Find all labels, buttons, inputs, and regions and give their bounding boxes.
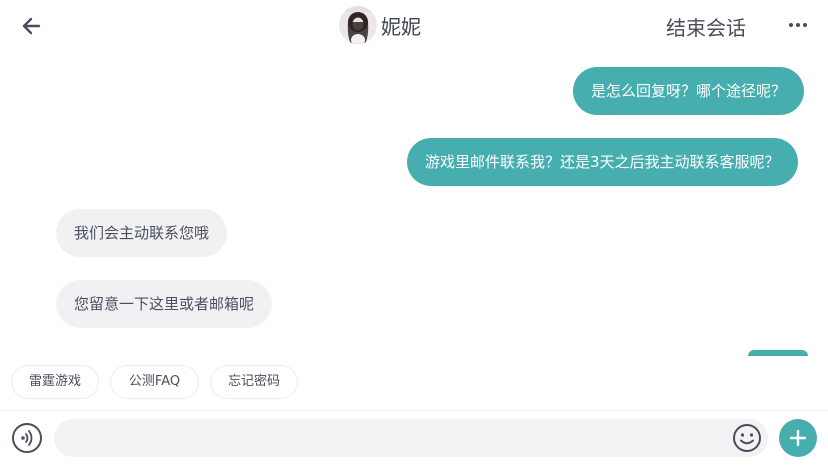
add-attachment-button[interactable]	[779, 419, 817, 457]
arrow-left-icon	[22, 17, 41, 35]
message-input[interactable]	[54, 419, 768, 457]
plus-icon	[790, 430, 806, 446]
chat-header: 妮妮 结束会话	[0, 0, 828, 54]
composer-divider	[0, 410, 828, 411]
back-button[interactable]	[18, 12, 46, 40]
message-bubble-incoming[interactable]: 我们会主动联系您哦	[56, 209, 228, 257]
emoji-button[interactable]	[732, 423, 762, 453]
message-bubble-outgoing-partial	[748, 350, 808, 356]
voice-input-button[interactable]	[12, 423, 42, 453]
quick-reply-forgot-password[interactable]: 忘记密码	[210, 365, 298, 399]
message-bubble-incoming[interactable]: 您留意一下这里或者邮箱呢	[56, 280, 273, 328]
quick-reply-leiting-games[interactable]: 雷霆游戏	[11, 365, 99, 399]
more-button[interactable]	[785, 14, 811, 36]
chat-title-group: 妮妮	[339, 5, 421, 45]
message-bubble-outgoing[interactable]: 游戏里邮件联系我？还是3天之后我主动联系客服呢？	[407, 138, 798, 186]
message-bubble-outgoing[interactable]: 是怎么回复呀？哪个途径呢？	[573, 67, 805, 115]
end-chat-button[interactable]: 结束会话	[666, 12, 746, 41]
emoji-icon	[733, 424, 761, 452]
chat-title: 妮妮	[381, 14, 421, 39]
more-horizontal-icon	[789, 23, 807, 27]
quick-reply-beta-faq[interactable]: 公测FAQ	[110, 365, 199, 399]
voice-icon	[21, 430, 33, 446]
avatar[interactable]	[339, 6, 377, 44]
